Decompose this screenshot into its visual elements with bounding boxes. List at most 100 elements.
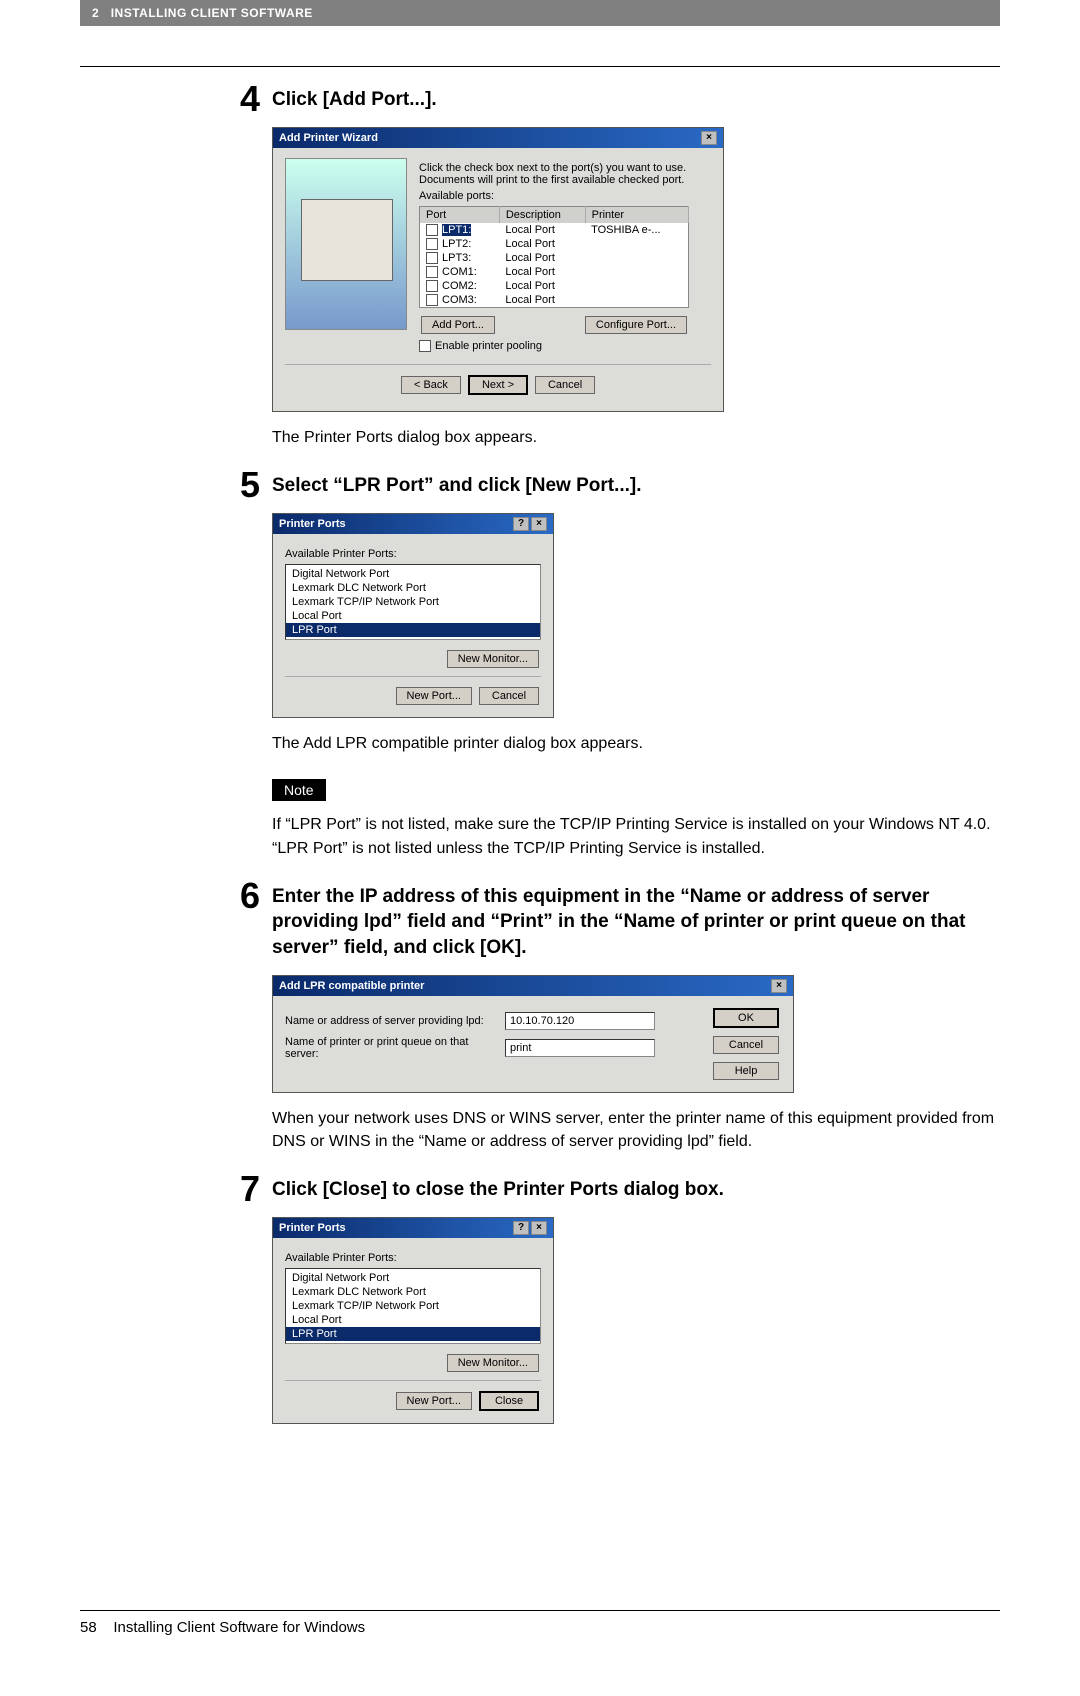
port-checkbox[interactable]: [426, 266, 442, 278]
port-name: COM3:: [442, 294, 477, 306]
list-item[interactable]: LPR Port: [286, 1327, 540, 1341]
port-checkbox[interactable]: [426, 224, 442, 236]
step-7-title: Click [Close] to close the Printer Ports…: [272, 1177, 1000, 1203]
table-row[interactable]: COM3: Local Port: [420, 293, 689, 308]
available-printer-ports-label: Available Printer Ports:: [285, 548, 541, 560]
port-name: LPT2:: [442, 238, 471, 250]
dialog-title: Printer Ports: [279, 1222, 346, 1234]
ports-table[interactable]: Port Description Printer LPT1: Local Por…: [419, 206, 689, 309]
port-name: LPT1:: [442, 224, 471, 236]
dialog-title: Printer Ports: [279, 518, 346, 530]
add-lpr-dialog: Add LPR compatible printer × Name or add…: [272, 975, 794, 1093]
port-name: COM2:: [442, 280, 477, 292]
close-button[interactable]: Close: [479, 1391, 539, 1411]
close-icon[interactable]: ×: [531, 1221, 547, 1235]
port-checkbox[interactable]: [426, 294, 442, 306]
step-5-caption: The Add LPR compatible printer dialog bo…: [272, 732, 1000, 755]
port-desc: Local Port: [499, 223, 585, 237]
help-icon[interactable]: ?: [513, 1221, 529, 1235]
ports-col-desc: Description: [499, 206, 585, 223]
table-row[interactable]: LPT1: Local Port TOSHIBA e-...: [420, 223, 689, 237]
port-desc: Local Port: [499, 251, 585, 265]
step-5: 5 Select “LPR Port” and click [New Port.…: [220, 473, 1000, 867]
cancel-button[interactable]: Cancel: [713, 1036, 779, 1054]
port-desc: Local Port: [499, 237, 585, 251]
dialog-titlebar: Printer Ports ?×: [273, 1218, 553, 1238]
new-monitor-button[interactable]: New Monitor...: [447, 1354, 539, 1372]
list-item[interactable]: Lexmark TCP/IP Network Port: [286, 1299, 540, 1313]
list-item[interactable]: Local Port: [286, 1313, 540, 1327]
close-icon[interactable]: ×: [771, 979, 787, 993]
close-icon[interactable]: ×: [531, 517, 547, 531]
step-5-title: Select “LPR Port” and click [New Port...…: [272, 473, 1000, 499]
dialog-title: Add Printer Wizard: [279, 132, 378, 144]
table-row[interactable]: COM2: Local Port: [420, 279, 689, 293]
cancel-button[interactable]: Cancel: [479, 687, 539, 705]
step-5-note: If “LPR Port” is not listed, make sure t…: [272, 813, 1000, 859]
ok-button[interactable]: OK: [713, 1008, 779, 1028]
list-item[interactable]: Local Port: [286, 609, 540, 623]
enable-pooling-label: Enable printer pooling: [435, 340, 542, 352]
help-button[interactable]: Help: [713, 1062, 779, 1080]
page-number: 58: [80, 1619, 97, 1636]
server-input[interactable]: 10.10.70.120: [505, 1012, 655, 1030]
add-port-button[interactable]: Add Port...: [421, 316, 495, 334]
list-item[interactable]: LPR Port: [286, 623, 540, 637]
port-desc: Local Port: [499, 293, 585, 308]
ports-col-port: Port: [420, 206, 500, 223]
list-item[interactable]: Digital Network Port: [286, 1271, 540, 1285]
help-icon[interactable]: ?: [513, 517, 529, 531]
queue-input[interactable]: print: [505, 1039, 655, 1057]
table-row[interactable]: LPT2: Local Port: [420, 237, 689, 251]
page-footer: 58 Installing Client Software for Window…: [80, 1610, 1000, 1636]
port-checkbox[interactable]: [426, 252, 442, 264]
step-6-caption: When your network uses DNS or WINS serve…: [272, 1107, 1000, 1153]
port-printer: TOSHIBA e-...: [585, 223, 688, 237]
chapter-number: 2: [92, 6, 99, 20]
step-5-number: 5: [220, 467, 260, 503]
footer-section: Installing Client Software for Windows: [113, 1619, 365, 1636]
table-row[interactable]: COM1: Local Port: [420, 265, 689, 279]
step-4-title: Click [Add Port...].: [272, 87, 1000, 113]
close-icon[interactable]: ×: [701, 131, 717, 145]
available-ports-label: Available ports:: [419, 190, 711, 202]
queue-label: Name of printer or print queue on that s…: [285, 1036, 505, 1060]
page-header: 2 INSTALLING CLIENT SOFTWARE: [80, 0, 1000, 26]
printer-ports-dialog-close: Printer Ports ?× Available Printer Ports…: [272, 1217, 554, 1424]
port-checkbox[interactable]: [426, 280, 442, 292]
chapter-title: INSTALLING CLIENT SOFTWARE: [111, 6, 313, 20]
dialog-titlebar: Add LPR compatible printer ×: [273, 976, 793, 996]
cancel-button[interactable]: Cancel: [535, 376, 595, 394]
next-button[interactable]: Next >: [468, 375, 528, 395]
port-desc: Local Port: [499, 265, 585, 279]
back-button[interactable]: < Back: [401, 376, 461, 394]
port-name: COM1:: [442, 266, 477, 278]
configure-port-button[interactable]: Configure Port...: [585, 316, 687, 334]
step-4: 4 Click [Add Port...]. Add Printer Wizar…: [220, 87, 1000, 457]
list-item[interactable]: Lexmark DLC Network Port: [286, 581, 540, 595]
new-port-button[interactable]: New Port...: [396, 687, 472, 705]
step-6-number: 6: [220, 878, 260, 914]
available-printer-ports-label: Available Printer Ports:: [285, 1252, 541, 1264]
new-monitor-button[interactable]: New Monitor...: [447, 650, 539, 668]
printer-ports-list[interactable]: Digital Network Port Lexmark DLC Network…: [285, 564, 541, 640]
top-rule: [80, 66, 1000, 67]
wizard-art-icon: [285, 158, 407, 330]
port-name: LPT3:: [442, 252, 471, 264]
printer-ports-dialog: Printer Ports ?× Available Printer Ports…: [272, 513, 554, 718]
list-item[interactable]: Lexmark TCP/IP Network Port: [286, 595, 540, 609]
enable-pooling-checkbox[interactable]: [419, 340, 435, 352]
table-row[interactable]: LPT3: Local Port: [420, 251, 689, 265]
printer-ports-list[interactable]: Digital Network Port Lexmark DLC Network…: [285, 1268, 541, 1344]
wizard-instruction: Click the check box next to the port(s) …: [419, 162, 711, 186]
dialog-titlebar: Add Printer Wizard ×: [273, 128, 723, 148]
ports-col-printer: Printer: [585, 206, 688, 223]
note-label: Note: [272, 779, 326, 801]
step-6-title: Enter the IP address of this equipment i…: [272, 884, 1000, 961]
step-7-number: 7: [220, 1171, 260, 1207]
list-item[interactable]: Digital Network Port: [286, 567, 540, 581]
new-port-button[interactable]: New Port...: [396, 1392, 472, 1410]
list-item[interactable]: Lexmark DLC Network Port: [286, 1285, 540, 1299]
port-checkbox[interactable]: [426, 238, 442, 250]
server-label: Name or address of server providing lpd:: [285, 1015, 505, 1027]
